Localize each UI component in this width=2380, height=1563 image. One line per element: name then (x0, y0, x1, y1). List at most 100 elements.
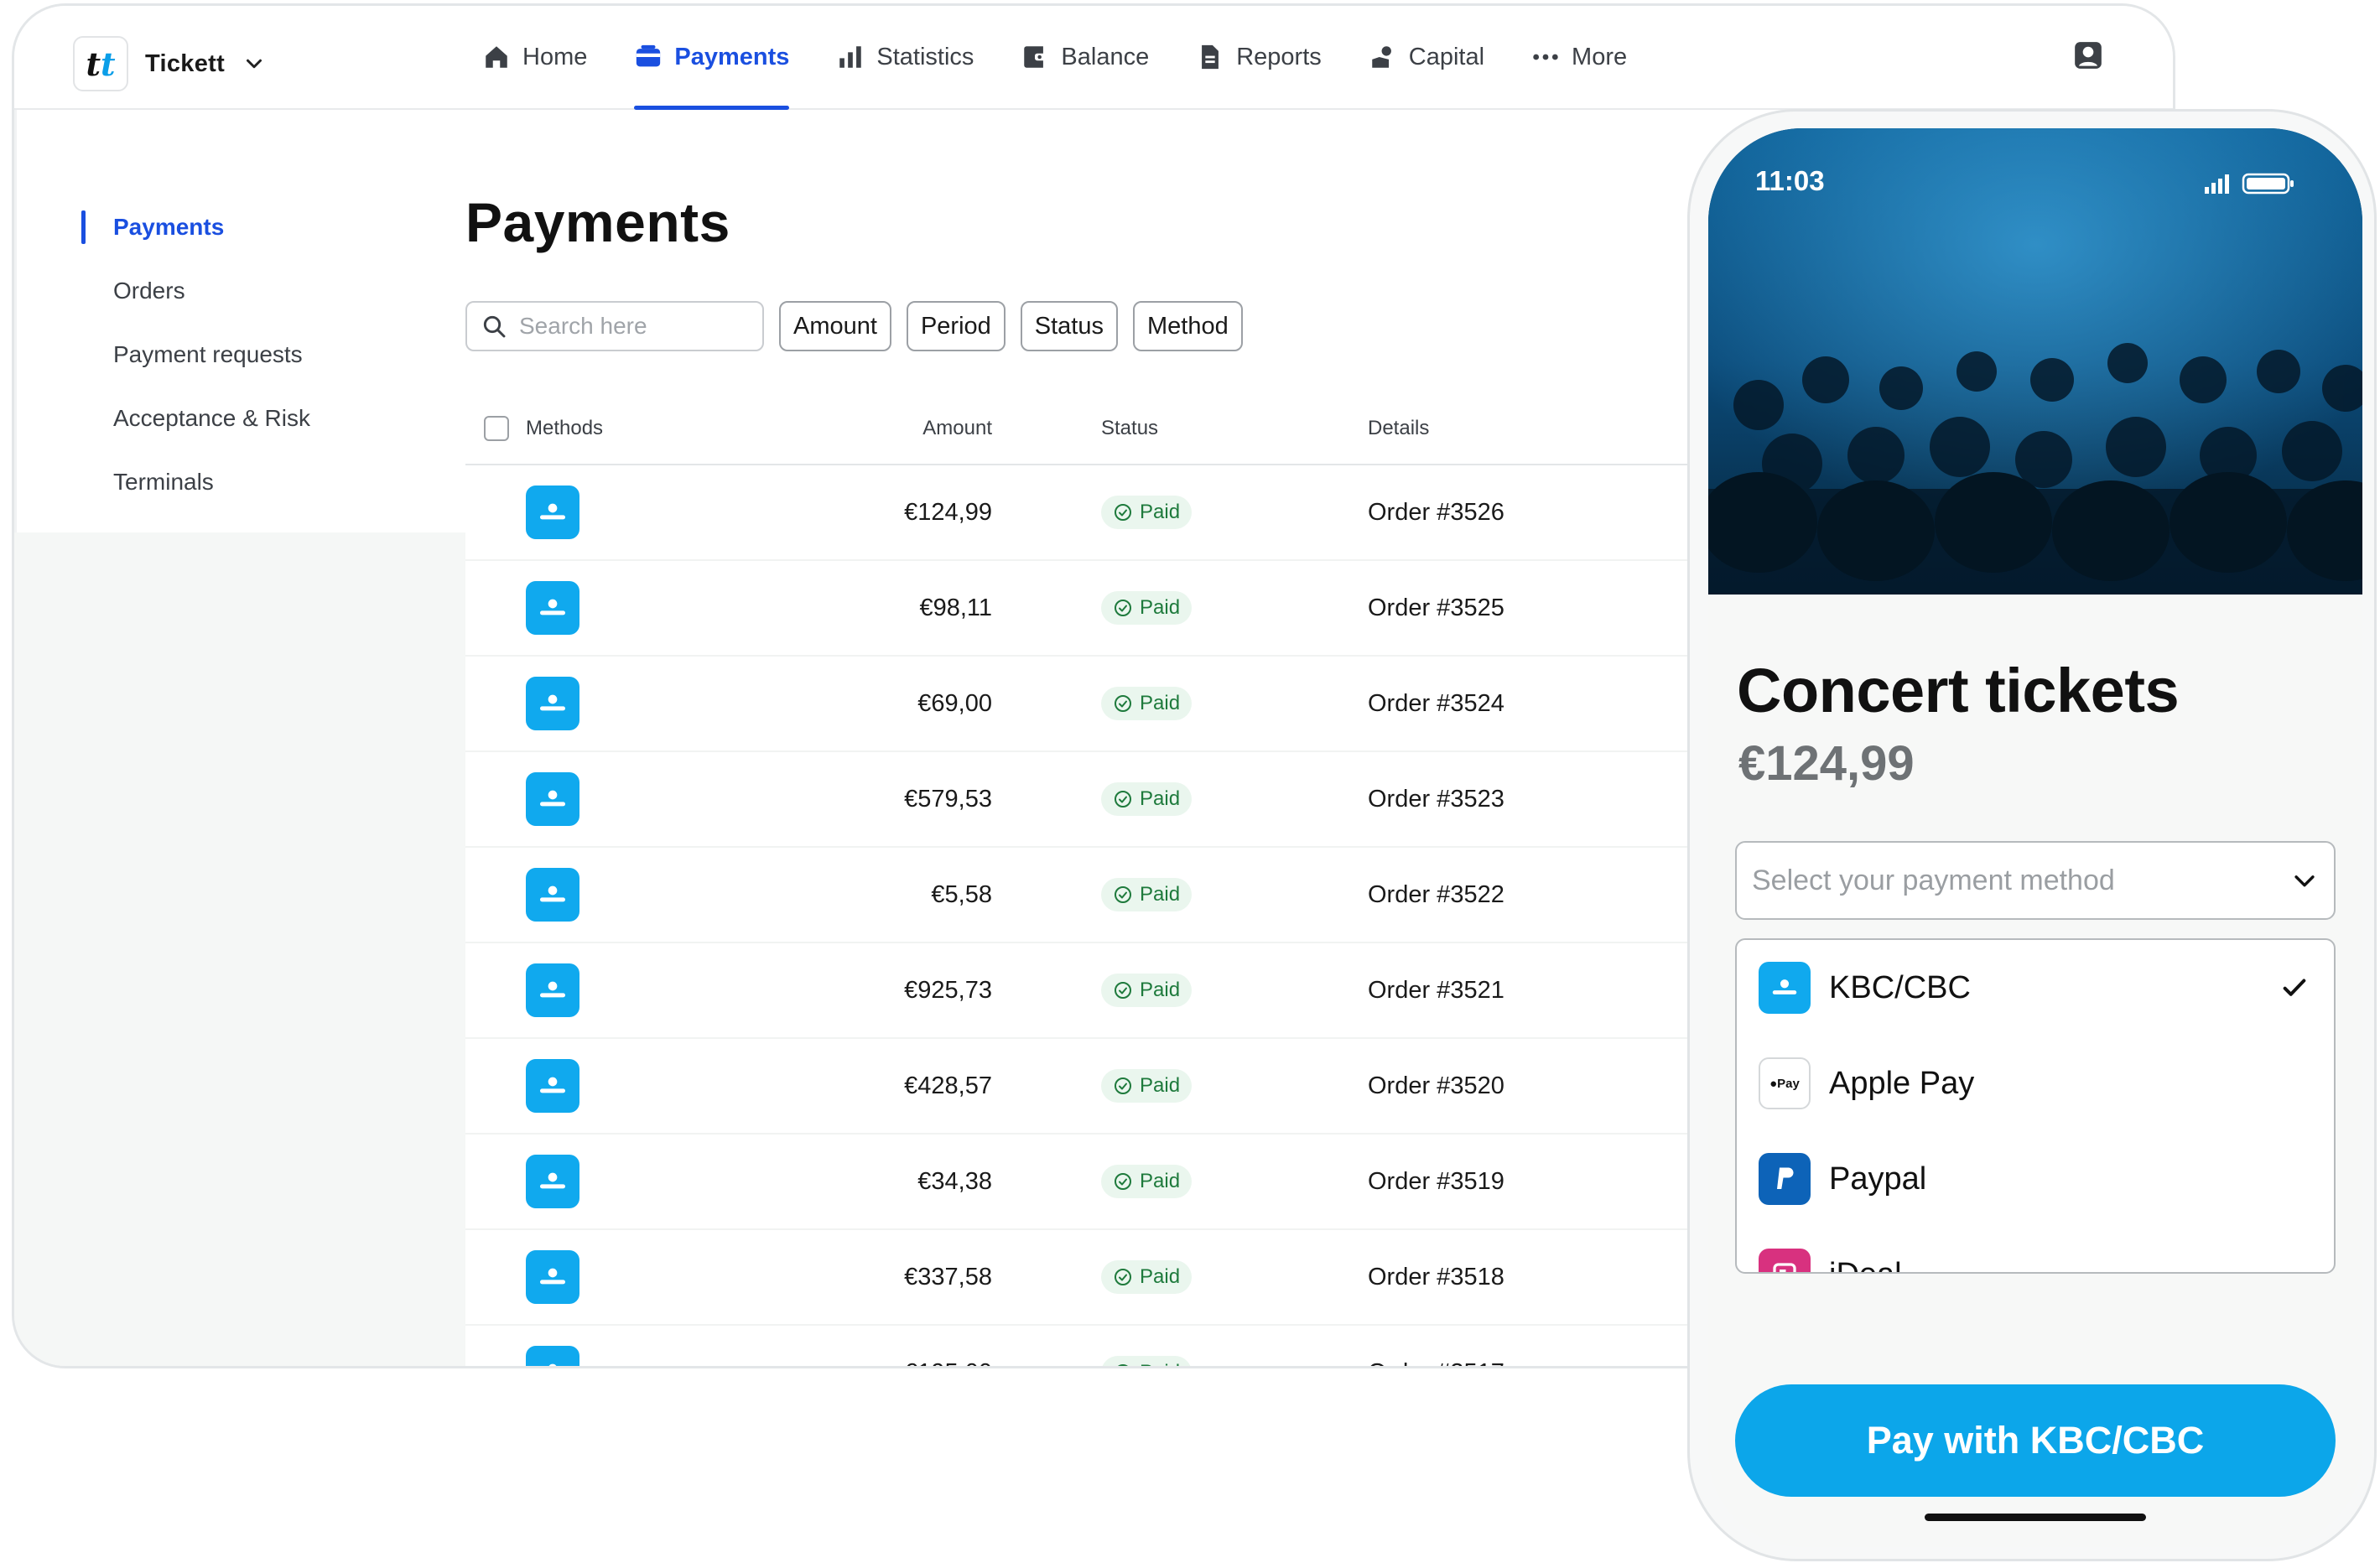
statistics-icon (839, 46, 862, 68)
brand-name: Tickett (145, 49, 226, 77)
tickett-logo: tt (73, 36, 128, 91)
payments-icon (637, 44, 661, 67)
kbc-icon (526, 1346, 579, 1366)
status-badge: Paid (1101, 687, 1193, 720)
phone-screen: 11:03 Concert tickets €124,99 Select you… (1708, 128, 2362, 1547)
status-badge: Paid (1101, 878, 1193, 911)
product-price: €124,99 (1738, 736, 1915, 791)
sidebar-item-orders[interactable]: Orders (81, 259, 310, 323)
nav-reports[interactable]: Reports (1196, 6, 1322, 108)
kbc-icon (526, 963, 579, 1017)
concert-crowd-image: 11:03 (1708, 128, 2362, 595)
option-paypal[interactable]: Paypal (1737, 1131, 2334, 1227)
row-details: Order #3524 (1368, 689, 1504, 717)
ideal-icon (1759, 1249, 1811, 1272)
kbc-icon (526, 1059, 579, 1113)
filter-period-button[interactable]: Period (906, 301, 1006, 351)
chevron-down-icon (2294, 875, 2315, 887)
status-text: Paid (1140, 596, 1181, 619)
filter-amount-button[interactable]: Amount (779, 301, 891, 351)
row-details: Order #3523 (1368, 785, 1504, 813)
page-title: Payments (465, 191, 730, 253)
checkmark-icon (2283, 979, 2306, 996)
status-badge: Paid (1101, 496, 1193, 529)
status-badge: Paid (1101, 782, 1193, 816)
row-amount: €337,58 (904, 1263, 992, 1290)
status-text: Paid (1140, 692, 1181, 714)
sidebar-item-acceptance-risk[interactable]: Acceptance & Risk (81, 387, 310, 450)
kbc-icon (526, 1250, 579, 1304)
nav-balance[interactable]: Balance (1021, 6, 1149, 108)
select-placeholder: Select your payment method (1752, 864, 2115, 896)
option-ideal[interactable]: iDeal (1737, 1227, 2334, 1272)
filter-status-button[interactable]: Status (1020, 301, 1118, 351)
row-amount: €195,00 (766, 1359, 992, 1367)
nav-more[interactable]: More (1531, 6, 1627, 108)
row-amount: €925,73 (904, 976, 992, 1004)
status-badge: Paid (1101, 591, 1193, 625)
row-details: Order #3525 (1368, 594, 1504, 621)
phone-frame: 11:03 Concert tickets €124,99 Select you… (1687, 109, 2377, 1561)
row-amount: €124,99 (904, 498, 992, 526)
filter-method-button[interactable]: Method (1133, 301, 1243, 351)
status-time: 11:03 (1755, 165, 1825, 196)
paypal-icon (1759, 1153, 1811, 1205)
status-text: Paid (1140, 1074, 1181, 1097)
nav-capital-label: Capital (1408, 43, 1485, 70)
pay-button[interactable]: Pay with KBC/CBC (1735, 1384, 2336, 1497)
option-label: Apple Pay (1829, 1065, 1975, 1101)
column-header-amount: Amount (922, 417, 992, 439)
chevron-down-icon (247, 59, 262, 69)
row-amount: €98,11 (919, 594, 992, 621)
option-label: Paypal (1829, 1161, 1927, 1197)
nav-capital[interactable]: Capital (1369, 6, 1484, 108)
row-amount: €579,53 (904, 785, 992, 813)
check-circle-icon (1115, 886, 1131, 903)
select-all-checkbox[interactable] (484, 416, 509, 441)
row-details: Order #3521 (1368, 976, 1504, 1004)
nav-statistics-label: Statistics (876, 43, 974, 70)
option-apple-pay[interactable]: ● Pay Apple Pay (1737, 1036, 2334, 1131)
search-input[interactable]: Search here (465, 301, 764, 351)
sidebar-item-payment-requests[interactable]: Payment requests (81, 323, 310, 387)
row-amount: €428,57 (904, 1072, 992, 1099)
check-circle-icon (1115, 695, 1131, 712)
row-details: Order #3518 (1368, 1263, 1504, 1290)
option-kbc-cbc[interactable]: KBC/CBC (1737, 940, 2334, 1036)
nav-statistics[interactable]: Statistics (836, 6, 974, 108)
check-circle-icon (1115, 1173, 1131, 1190)
main-nav: Home Payments Statistics Balance Reports… (482, 6, 1674, 110)
check-circle-icon (1115, 982, 1131, 999)
sidebar-item-payments[interactable]: Payments (81, 195, 310, 259)
home-icon (486, 46, 507, 68)
wallet-icon (1024, 46, 1047, 68)
kbc-icon (526, 1155, 579, 1208)
row-details: Order #3517 (1225, 1359, 1504, 1367)
check-circle-icon (1115, 600, 1131, 616)
kbc-icon (526, 486, 579, 539)
account-switcher[interactable]: tt Tickett (73, 36, 267, 91)
sidebar: Payments Orders Payment requests Accepta… (81, 195, 310, 514)
nav-balance-label: Balance (1061, 43, 1150, 70)
column-header-methods: Methods (526, 417, 604, 439)
sidebar-item-terminals[interactable]: Terminals (81, 450, 310, 514)
nav-payments-label: Payments (674, 43, 790, 70)
kbc-icon (526, 772, 579, 826)
nav-home[interactable]: Home (482, 6, 587, 108)
payment-method-select[interactable]: Select your payment method (1735, 841, 2336, 920)
apple-pay-icon: ● Pay (1759, 1057, 1811, 1109)
kbc-icon (526, 868, 579, 922)
search-placeholder: Search here (519, 313, 647, 339)
nav-more-label: More (1572, 43, 1628, 70)
check-circle-icon (1115, 1077, 1131, 1094)
nav-payments[interactable]: Payments (634, 6, 790, 110)
nav-reports-label: Reports (1236, 43, 1322, 70)
user-profile-icon[interactable] (2072, 39, 2104, 71)
top-navigation-bar: tt Tickett Home Payments Statistics Bala… (14, 6, 2173, 110)
option-label: KBC/CBC (1829, 969, 1971, 1005)
column-header-status: Status (1101, 417, 1159, 439)
signal-battery-icon (2205, 173, 2294, 195)
row-details: Order #3522 (1368, 880, 1504, 908)
check-circle-icon (1115, 504, 1131, 521)
status-text: Paid (1140, 787, 1181, 810)
